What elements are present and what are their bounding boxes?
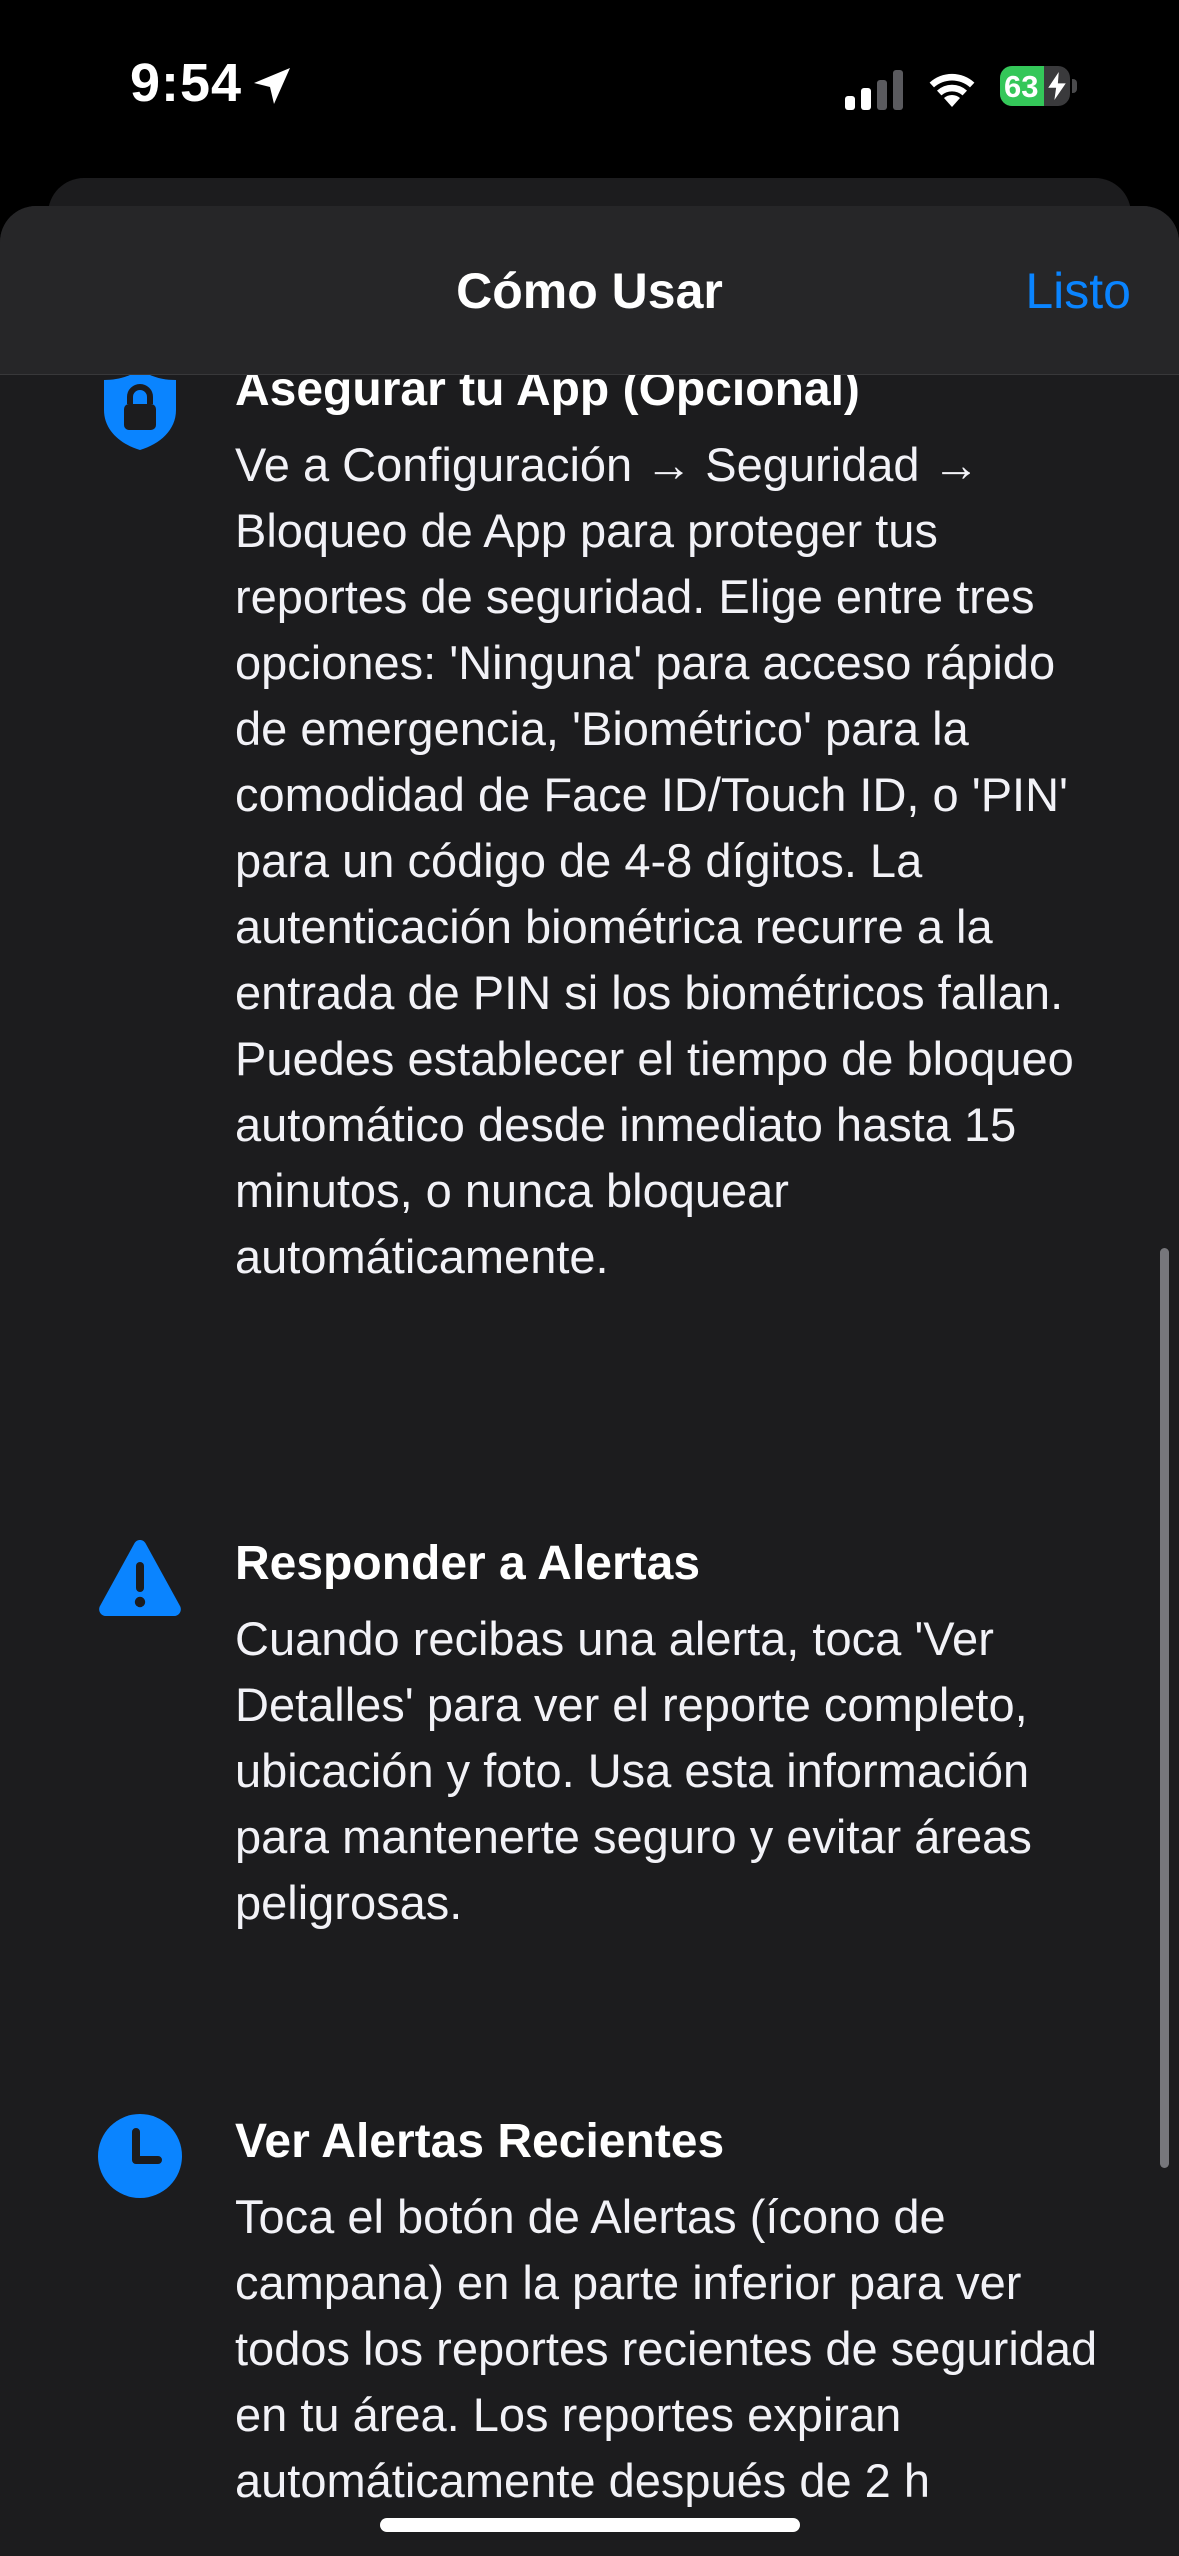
- section-title: Asegurar tu App (Opcional): [235, 374, 860, 416]
- navigation-bar: Cómo Usar Listo: [0, 206, 1179, 375]
- location-arrow-icon: [254, 68, 290, 104]
- battery-body: 63: [1000, 66, 1070, 106]
- battery-icon: 63: [1000, 66, 1077, 106]
- battery-level: 63: [1004, 69, 1039, 104]
- warning-triangle-icon: [99, 1540, 181, 1616]
- cellular-signal-icon: [845, 70, 903, 110]
- section-body: Ve a Configuración → Seguridad → Bloqueo…: [235, 438, 1074, 1283]
- done-button[interactable]: Listo: [1025, 262, 1131, 320]
- how-to-use-sheet: Cómo Usar Listo Asegurar tu App (Opciona…: [0, 206, 1179, 2556]
- section-body: Cuando recibas una alerta, toca 'Ver Det…: [235, 1612, 1032, 1929]
- scroll-indicator[interactable]: [1160, 1248, 1169, 2168]
- clock-icon: [98, 2114, 182, 2198]
- section-title: Responder a Alertas: [235, 1537, 701, 1590]
- home-indicator[interactable]: [380, 2518, 800, 2532]
- page-title: Cómo Usar: [456, 263, 723, 319]
- section-title: Ver Alertas Recientes: [235, 2115, 725, 2168]
- status-time: 9:54: [130, 53, 243, 113]
- section-body: Toca el botón de Alertas (ícono de campa…: [235, 2190, 1098, 2507]
- battery-cap: [1072, 79, 1077, 93]
- shield-lock-icon: [104, 374, 176, 450]
- charging-bolt-icon: [1048, 72, 1066, 100]
- status-bar: 9:54 63: [0, 0, 1179, 170]
- wifi-icon: [929, 73, 975, 107]
- scroll-content[interactable]: Asegurar tu App (Opcional) Ve a Configur…: [0, 374, 1179, 2556]
